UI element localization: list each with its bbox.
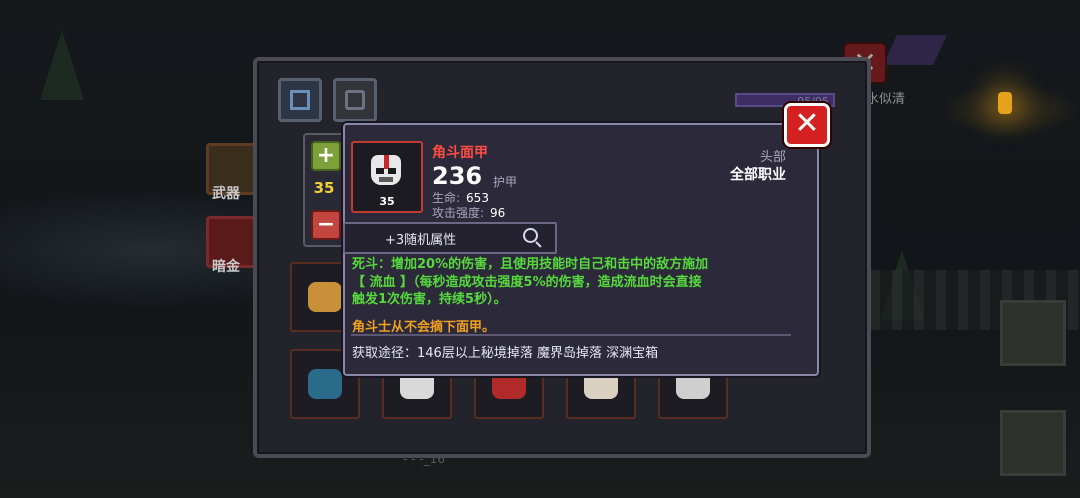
inventory-tab-icon xyxy=(290,90,310,110)
weapon-slot-label: 武器 xyxy=(212,186,240,202)
close-button[interactable]: ✕ xyxy=(784,103,830,147)
increase-button[interactable]: + xyxy=(311,141,341,171)
class-requirement: 全部职业 xyxy=(730,167,786,183)
item-name: 角斗面甲 xyxy=(432,145,488,161)
torch-icon xyxy=(998,92,1012,114)
item-level: 35 xyxy=(379,195,395,208)
quantity-count: 35 xyxy=(313,179,335,197)
armor-label: 护甲 xyxy=(493,175,518,189)
effect-description: 死斗：增加20%的伤害，且使用技能时自己和击中的敌方施加 【 流血 】（每秒造成… xyxy=(352,256,792,309)
player-name: 水似清 xyxy=(866,92,906,107)
blue-hood-item xyxy=(308,369,342,399)
stat-attack: 攻击强度: 96 xyxy=(432,206,506,220)
effect-line: 死斗：增加20%的伤害，且使用技能时自己和击中的敌方施加 xyxy=(352,257,709,272)
decrease-button[interactable]: − xyxy=(311,210,341,240)
divider xyxy=(351,334,791,336)
background-crate xyxy=(1000,300,1066,366)
random-attribute-bar[interactable]: +3随机属性 xyxy=(343,222,557,254)
effect-line: 触发1次伤害，持续5秒）。 xyxy=(352,292,507,307)
slot-type: 头部 xyxy=(759,150,786,165)
gladiator-helm-icon xyxy=(371,155,401,185)
background-crate xyxy=(1000,410,1066,476)
item-icon-frame: 35 xyxy=(351,141,423,213)
flavor-text: 角斗士从不会摘下面甲。 xyxy=(352,320,496,335)
helmet-tab[interactable] xyxy=(333,78,377,122)
background-tree xyxy=(40,30,84,100)
inventory-tab[interactable] xyxy=(278,78,322,122)
effect-line: 【 流血 】（每秒造成攻击强度5%的伤害，造成流血时会直接 xyxy=(352,274,702,290)
golden-crown-item xyxy=(308,282,342,312)
helmet-tab-icon xyxy=(345,90,365,110)
quantity-stepper: + 35 − xyxy=(303,133,347,247)
random-attribute-label: +3随机属性 xyxy=(385,233,457,248)
acquisition-source: 获取途径：146层以上秘境掉落 魔界岛掉落 深渊宝箱 xyxy=(352,346,659,361)
dark-gold-slot-label: 暗金 xyxy=(212,259,240,275)
armor-value: 236 xyxy=(432,162,483,190)
